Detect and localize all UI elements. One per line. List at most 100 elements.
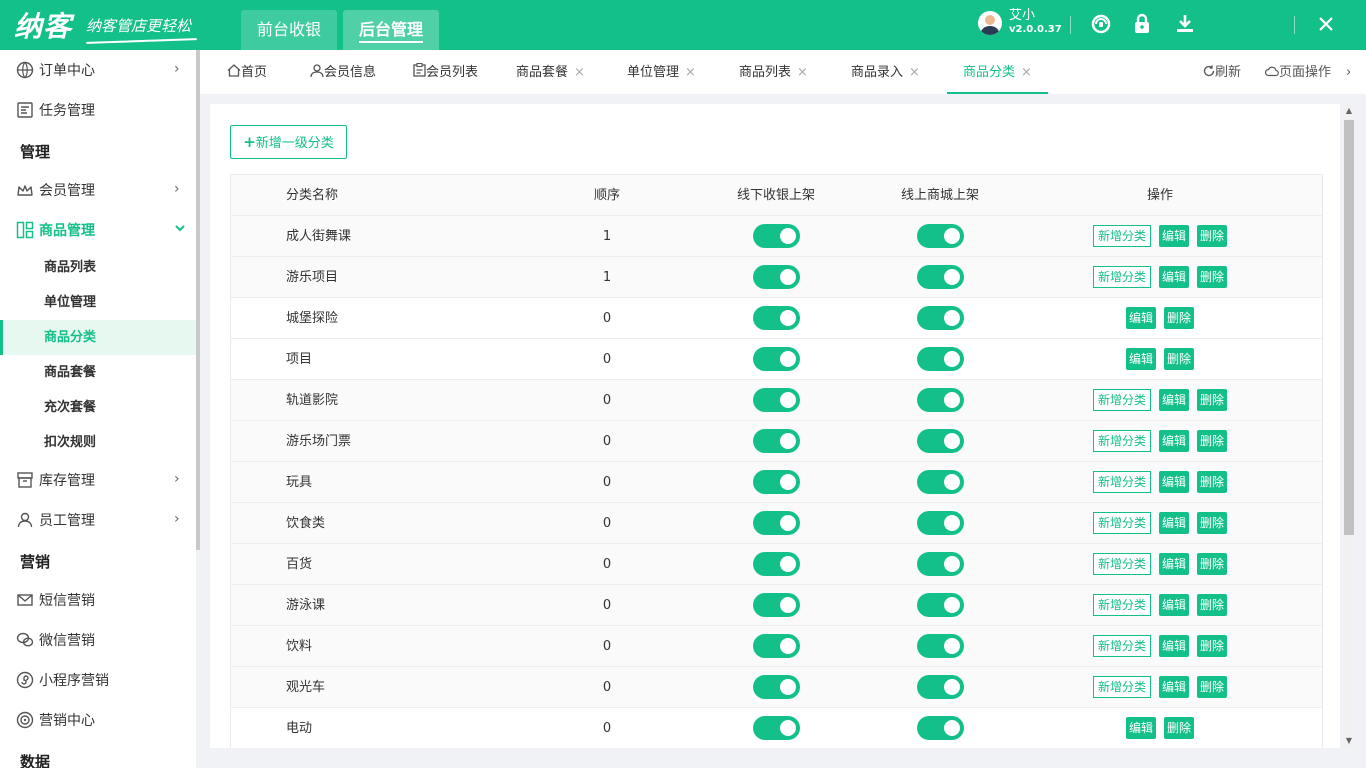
- delete-button[interactable]: 删除: [1197, 552, 1228, 575]
- add-subcategory-button[interactable]: 新增分类: [1092, 265, 1151, 288]
- delete-button[interactable]: 删除: [1197, 265, 1228, 288]
- offline-toggle[interactable]: [752, 387, 800, 412]
- edit-button[interactable]: 编辑: [1158, 265, 1189, 288]
- close-icon[interactable]: ×: [797, 65, 808, 80]
- scroll-down-icon[interactable]: ▼: [1344, 736, 1354, 745]
- content-scrollbar[interactable]: ▲ ▼: [1344, 104, 1354, 748]
- edit-button[interactable]: 编辑: [1125, 716, 1156, 739]
- delete-button[interactable]: 删除: [1197, 388, 1228, 411]
- user-info[interactable]: 艾小 v2.0.0.37: [978, 9, 1062, 37]
- offline-toggle[interactable]: [752, 551, 800, 576]
- add-subcategory-button[interactable]: 新增分类: [1092, 675, 1151, 698]
- offline-toggle[interactable]: [752, 264, 800, 289]
- add-subcategory-button[interactable]: 新增分类: [1092, 593, 1151, 616]
- add-subcategory-button[interactable]: 新增分类: [1092, 634, 1151, 657]
- delete-button[interactable]: 删除: [1197, 593, 1228, 616]
- add-subcategory-button[interactable]: 新增分类: [1092, 224, 1151, 247]
- add-subcategory-button[interactable]: 新增分类: [1092, 552, 1151, 575]
- sidebar-item-goods[interactable]: 商品管理: [0, 210, 196, 250]
- tab-goods-list[interactable]: 商品列表 ×: [739, 50, 808, 94]
- offline-toggle[interactable]: [752, 510, 800, 535]
- offline-toggle[interactable]: [752, 633, 800, 658]
- online-toggle[interactable]: [916, 305, 964, 330]
- edit-button[interactable]: 编辑: [1125, 347, 1156, 370]
- tab-member-info[interactable]: 会员信息: [310, 50, 376, 94]
- delete-button[interactable]: 删除: [1197, 675, 1228, 698]
- edit-button[interactable]: 编辑: [1158, 552, 1189, 575]
- sidebar-sub-unit-mgmt[interactable]: 单位管理: [0, 285, 196, 320]
- edit-button[interactable]: 编辑: [1158, 675, 1189, 698]
- online-toggle[interactable]: [916, 633, 964, 658]
- offline-toggle[interactable]: [752, 592, 800, 617]
- top-tab-cashier[interactable]: 前台收银: [241, 10, 338, 50]
- sidebar-item-stock[interactable]: 库存管理 ›: [0, 460, 196, 500]
- offline-toggle[interactable]: [752, 469, 800, 494]
- close-icon[interactable]: ×: [574, 65, 585, 80]
- online-toggle[interactable]: [916, 510, 964, 535]
- support-icon[interactable]: [1089, 13, 1113, 37]
- sidebar-scrollbar[interactable]: [196, 50, 200, 550]
- online-toggle[interactable]: [916, 551, 964, 576]
- sidebar-item-marketing-center[interactable]: 营销中心: [0, 700, 196, 740]
- tab-unit-mgmt[interactable]: 单位管理 ×: [627, 50, 696, 94]
- online-toggle[interactable]: [916, 715, 964, 740]
- tabs-scroll-right-icon[interactable]: ›: [1346, 50, 1351, 94]
- edit-button[interactable]: 编辑: [1158, 429, 1189, 452]
- online-toggle[interactable]: [916, 264, 964, 289]
- online-toggle[interactable]: [916, 346, 964, 371]
- add-subcategory-button[interactable]: 新增分类: [1092, 511, 1151, 534]
- sidebar-item-tasks[interactable]: 任务管理: [0, 90, 196, 130]
- online-toggle[interactable]: [916, 428, 964, 453]
- sidebar-item-wechat[interactable]: 微信营销: [0, 620, 196, 660]
- online-toggle[interactable]: [916, 674, 964, 699]
- delete-button[interactable]: 删除: [1197, 429, 1228, 452]
- tab-home[interactable]: 首页: [227, 50, 267, 94]
- sidebar-item-members[interactable]: 会员管理 ›: [0, 170, 196, 210]
- edit-button[interactable]: 编辑: [1158, 634, 1189, 657]
- sidebar-sub-deduct-rules[interactable]: 扣次规则: [0, 425, 196, 460]
- sidebar-item-orders[interactable]: 订单中心 ›: [0, 50, 196, 90]
- close-icon[interactable]: ×: [685, 65, 696, 80]
- delete-button[interactable]: 删除: [1197, 511, 1228, 534]
- offline-toggle[interactable]: [752, 346, 800, 371]
- close-icon[interactable]: ×: [909, 65, 920, 80]
- lock-icon[interactable]: [1130, 13, 1154, 37]
- delete-button[interactable]: 删除: [1164, 306, 1195, 329]
- delete-button[interactable]: 删除: [1164, 347, 1195, 370]
- delete-button[interactable]: 删除: [1197, 634, 1228, 657]
- offline-toggle[interactable]: [752, 428, 800, 453]
- offline-toggle[interactable]: [752, 674, 800, 699]
- sidebar-sub-goods-combo[interactable]: 商品套餐: [0, 355, 196, 390]
- tab-goods-category[interactable]: 商品分类 ×: [947, 50, 1048, 94]
- delete-button[interactable]: 删除: [1164, 716, 1195, 739]
- delete-button[interactable]: 删除: [1197, 224, 1228, 247]
- refresh-button[interactable]: 刷新: [1203, 50, 1241, 94]
- add-top-category-button[interactable]: +新增一级分类: [230, 125, 347, 159]
- sidebar-sub-recharge-combo[interactable]: 充次套餐: [0, 390, 196, 425]
- edit-button[interactable]: 编辑: [1158, 593, 1189, 616]
- sidebar-item-miniapp[interactable]: 小程序营销: [0, 660, 196, 700]
- online-toggle[interactable]: [916, 469, 964, 494]
- add-subcategory-button[interactable]: 新增分类: [1092, 470, 1151, 493]
- offline-toggle[interactable]: [752, 715, 800, 740]
- online-toggle[interactable]: [916, 223, 964, 248]
- close-icon[interactable]: [1314, 13, 1338, 37]
- edit-button[interactable]: 编辑: [1125, 306, 1156, 329]
- avatar[interactable]: [978, 11, 1002, 35]
- tab-goods-combo[interactable]: 商品套餐 ×: [516, 50, 585, 94]
- scroll-up-icon[interactable]: ▲: [1344, 106, 1354, 115]
- sidebar-item-sms[interactable]: 短信营销: [0, 580, 196, 620]
- download-icon[interactable]: [1173, 13, 1197, 37]
- close-icon[interactable]: ×: [1021, 65, 1032, 80]
- add-subcategory-button[interactable]: 新增分类: [1092, 429, 1151, 452]
- offline-toggle[interactable]: [752, 305, 800, 330]
- edit-button[interactable]: 编辑: [1158, 224, 1189, 247]
- edit-button[interactable]: 编辑: [1158, 470, 1189, 493]
- delete-button[interactable]: 删除: [1197, 470, 1228, 493]
- edit-button[interactable]: 编辑: [1158, 388, 1189, 411]
- offline-toggle[interactable]: [752, 223, 800, 248]
- top-tab-admin[interactable]: 后台管理: [343, 10, 440, 50]
- sidebar-item-staff[interactable]: 员工管理 ›: [0, 500, 196, 540]
- online-toggle[interactable]: [916, 592, 964, 617]
- tab-member-list[interactable]: 会员列表: [413, 50, 478, 94]
